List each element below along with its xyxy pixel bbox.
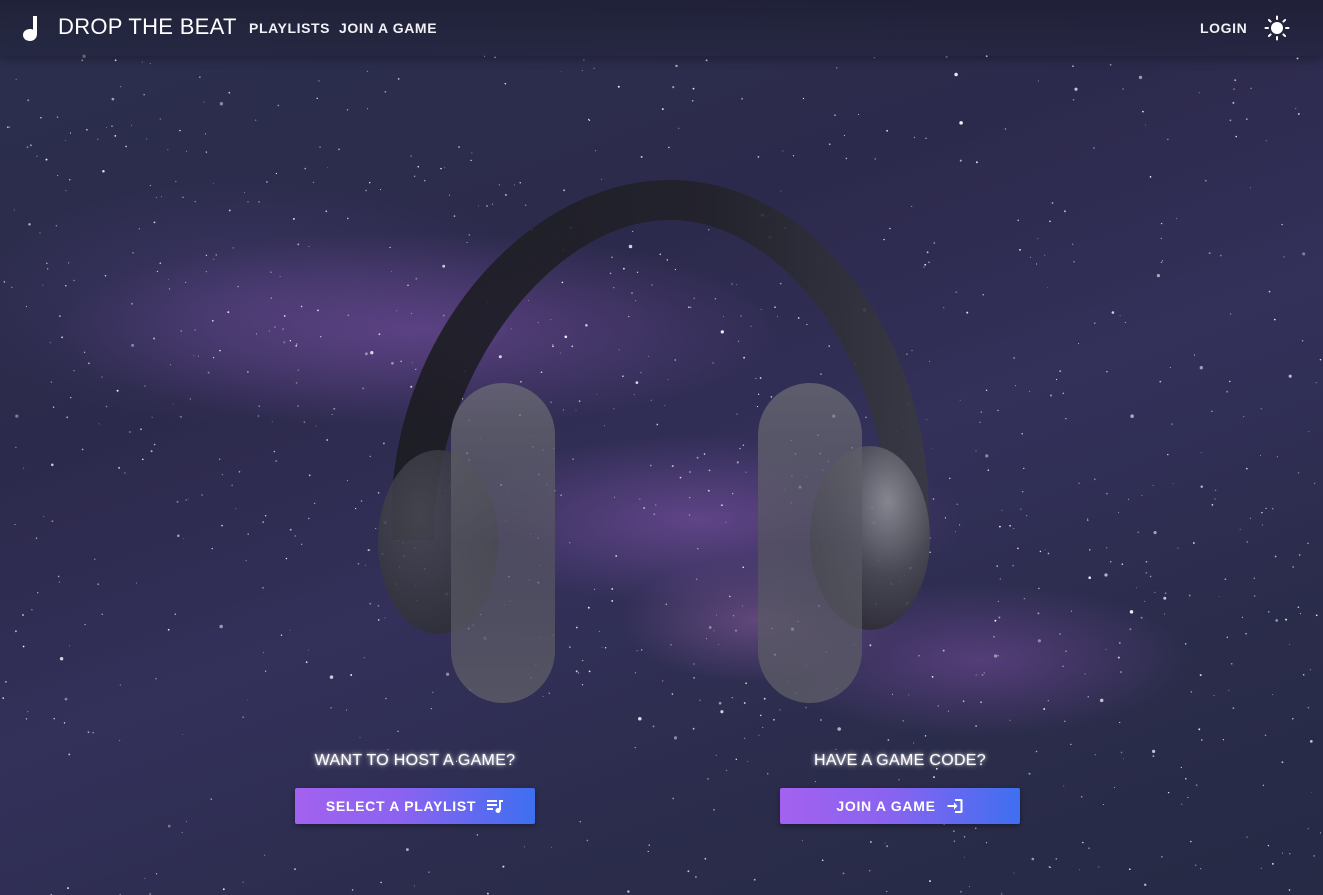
top-app-bar: DROP THE BEAT PLAYLISTS JOIN A GAME LOGI… — [0, 0, 1323, 56]
host-game-section: WANT TO HOST A GAME? SELECT A PLAYLIST — [295, 750, 535, 824]
sun-icon[interactable] — [1264, 15, 1290, 41]
nav-playlists-link[interactable]: PLAYLISTS — [249, 20, 330, 36]
music-note-icon[interactable] — [20, 14, 44, 42]
host-game-question: WANT TO HOST A GAME? — [314, 752, 516, 769]
login-icon — [947, 799, 963, 813]
nav-join-game-link[interactable]: JOIN A GAME — [339, 20, 437, 36]
headphones-icon — [378, 180, 930, 703]
app-title[interactable]: DROP THE BEAT — [58, 14, 237, 40]
join-game-label: JOIN A GAME — [836, 798, 936, 814]
playlist-icon — [487, 800, 504, 813]
join-game-button[interactable]: JOIN A GAME — [780, 788, 1020, 824]
select-playlist-button[interactable]: SELECT A PLAYLIST — [295, 788, 535, 824]
join-game-section: HAVE A GAME CODE? JOIN A GAME — [780, 750, 1020, 824]
select-playlist-label: SELECT A PLAYLIST — [325, 798, 477, 814]
login-button[interactable]: LOGIN — [1200, 20, 1247, 36]
join-game-question: HAVE A GAME CODE? — [814, 752, 986, 769]
page: DROP THE BEAT PLAYLISTS JOIN A GAME LOGI… — [0, 0, 1323, 895]
